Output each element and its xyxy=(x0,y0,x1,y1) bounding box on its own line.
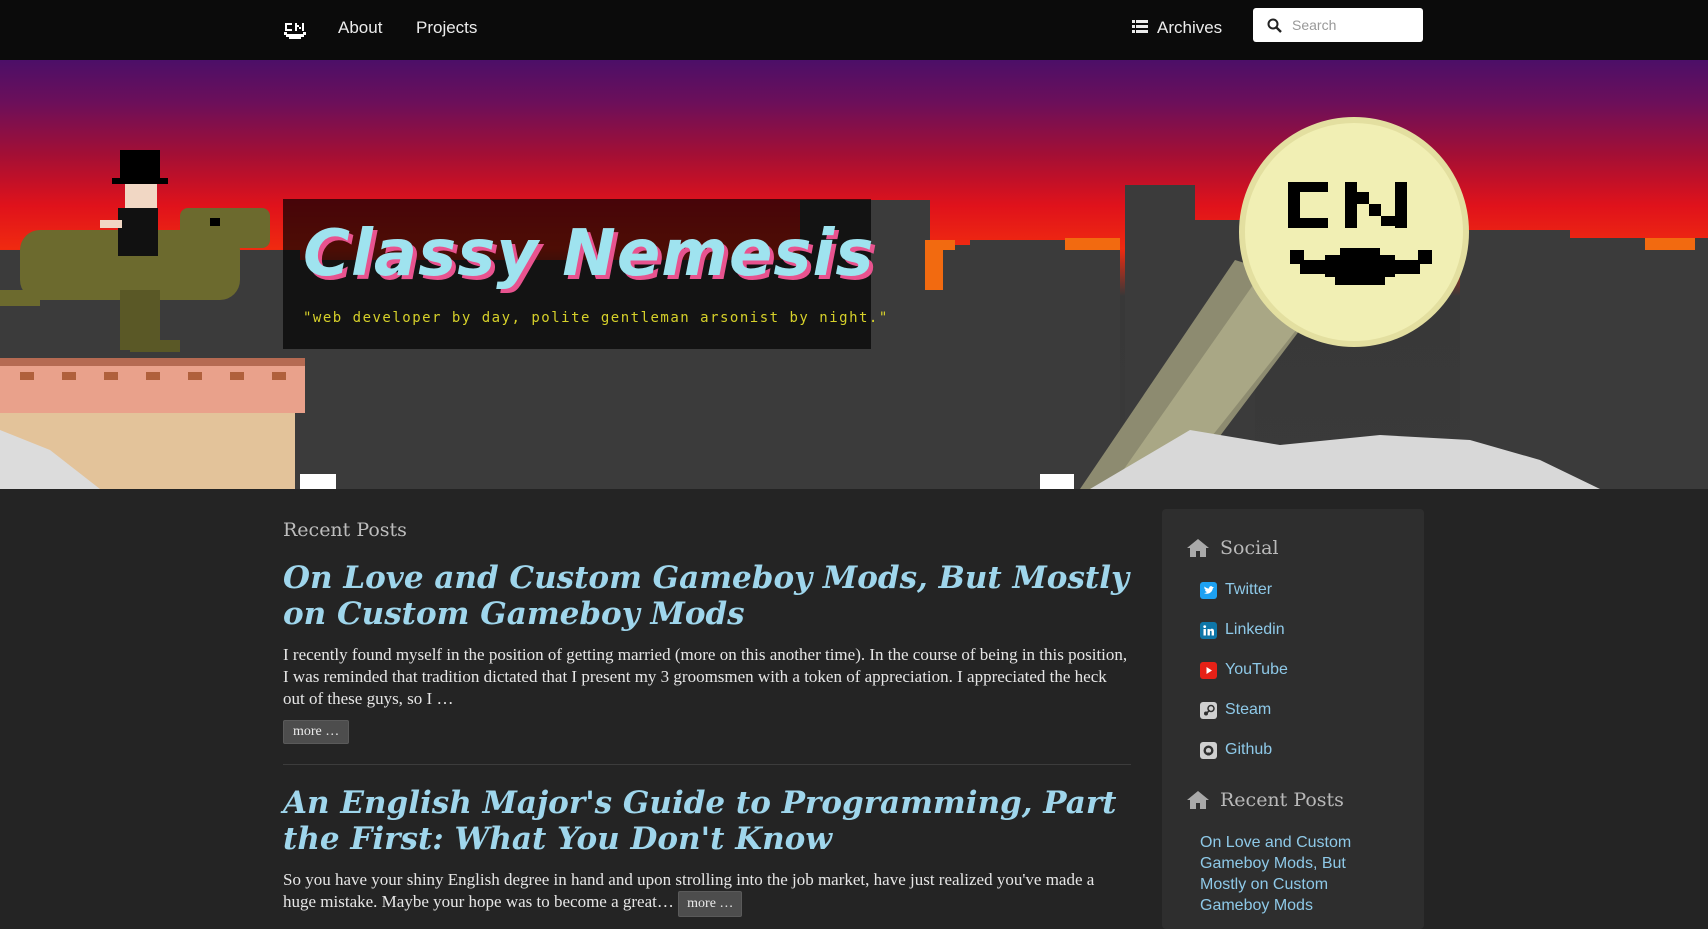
post-excerpt: I recently found myself in the position … xyxy=(283,645,1128,708)
site-title-box: Classy Nemesis "web developer by day, po… xyxy=(283,199,887,349)
home-icon xyxy=(1187,791,1209,809)
post-excerpt: So you have your shiny English degree in… xyxy=(283,869,1131,917)
social-label: Github xyxy=(1225,741,1273,758)
search-input[interactable] xyxy=(1290,9,1414,41)
sidebar-recent-post-link[interactable]: On Love and Custom Gameboy Mods, But Mos… xyxy=(1200,832,1390,916)
read-more-button[interactable]: more … xyxy=(678,891,743,917)
social-link-twitter[interactable]: Twitter xyxy=(1200,581,1272,599)
sidebar-recent-posts-heading: Recent Posts xyxy=(1186,789,1344,811)
recent-posts-heading: Recent Posts xyxy=(283,519,407,541)
social-label: YouTube xyxy=(1225,661,1288,678)
nav-about-link[interactable]: About xyxy=(338,18,382,38)
post-title-link[interactable]: An English Major's Guide to Programming,… xyxy=(283,785,1131,857)
social-label: Steam xyxy=(1225,701,1272,718)
search-icon xyxy=(1267,18,1282,33)
social-link-linkedin[interactable]: Linkedin xyxy=(1200,621,1285,639)
read-more-button[interactable]: more … xyxy=(283,720,350,744)
github-icon xyxy=(1200,741,1217,759)
brand-logo-icon[interactable] xyxy=(283,20,307,42)
social-heading-label: Social xyxy=(1220,537,1279,559)
hero-banner: Classy Nemesis "web developer by day, po… xyxy=(0,60,1708,489)
youtube-icon xyxy=(1200,661,1217,679)
post-entry: An English Major's Guide to Programming,… xyxy=(283,785,1131,917)
social-label: Twitter xyxy=(1225,581,1273,598)
home-icon xyxy=(1187,539,1209,557)
twitter-icon xyxy=(1200,581,1217,599)
archives-label: Archives xyxy=(1157,18,1223,37)
social-link-youtube[interactable]: YouTube xyxy=(1200,661,1288,679)
site-tagline: "web developer by day, polite gentleman … xyxy=(303,310,889,326)
nav-projects-link[interactable]: Projects xyxy=(416,18,477,38)
social-label: Linkedin xyxy=(1225,621,1285,638)
sidebar: Social Twitter Linkedin YouTube Steam Gi… xyxy=(1162,509,1424,929)
top-navbar: About Projects Archives xyxy=(0,0,1708,61)
search-box[interactable] xyxy=(1253,8,1423,42)
post-divider xyxy=(283,764,1131,765)
social-heading: Social xyxy=(1186,537,1279,559)
linkedin-icon xyxy=(1200,621,1217,639)
list-icon xyxy=(1132,18,1148,38)
steam-icon xyxy=(1200,701,1217,719)
social-link-steam[interactable]: Steam xyxy=(1200,701,1271,719)
post-entry: On Love and Custom Gameboy Mods, But Mos… xyxy=(283,560,1131,744)
social-link-github[interactable]: Github xyxy=(1200,741,1272,759)
nav-archives-link[interactable]: Archives xyxy=(1132,18,1222,38)
site-title[interactable]: Classy Nemesis xyxy=(303,217,874,291)
recent-posts-heading-label: Recent Posts xyxy=(1220,789,1344,811)
post-title-link[interactable]: On Love and Custom Gameboy Mods, But Mos… xyxy=(283,560,1131,632)
